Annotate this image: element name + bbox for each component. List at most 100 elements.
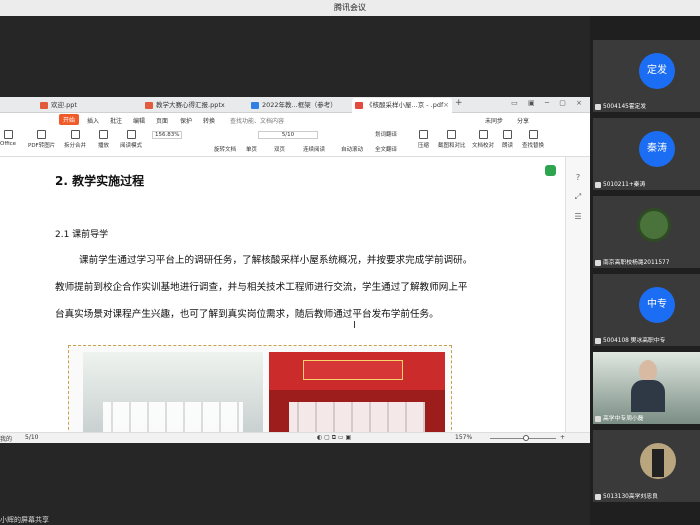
menu-convert[interactable]: 转换 bbox=[203, 116, 215, 125]
word-icon bbox=[251, 102, 259, 109]
feature-search[interactable]: 查找功能、文档内容 bbox=[230, 116, 284, 125]
banner bbox=[303, 360, 403, 380]
tab-report[interactable]: 教学大赛心得汇报.pptx bbox=[142, 98, 247, 113]
screenshot-compare-button[interactable]: 截图和对比 bbox=[438, 130, 466, 149]
participant-tile[interactable]: 秦涛 5010211+秦涛 bbox=[593, 118, 700, 190]
people-row bbox=[289, 402, 425, 436]
ribbon-toolbar: Office PDF转图片 拆分合并 播放 阅读模式 156.83% 5/10 … bbox=[0, 127, 590, 157]
tab-bar: 欢迎.ppt 教学大赛心得汇报.pptx 2022年教...框架（参考） 《核酸… bbox=[0, 97, 590, 113]
view-mode-icons[interactable]: ◐ ▢ ⧉ ▭ ▣ bbox=[317, 434, 351, 442]
menu-start[interactable]: 开始 bbox=[59, 114, 80, 125]
status-bar: 我的 5/10 ◐ ▢ ⧉ ▭ ▣ 157% + bbox=[0, 432, 590, 443]
auto-scroll-button[interactable]: 自动滚动 bbox=[341, 145, 363, 153]
tab-label: 欢迎.ppt bbox=[51, 101, 77, 109]
menu-page[interactable]: 页面 bbox=[156, 116, 168, 125]
participant-tile[interactable]: 南京高职校杨潞2011577 bbox=[593, 196, 700, 268]
office-icon bbox=[3, 130, 13, 139]
zoom-slider-knob[interactable] bbox=[523, 435, 529, 441]
office-button[interactable]: Office bbox=[0, 130, 16, 147]
continuous-read-button[interactable]: 连续阅读 bbox=[303, 145, 325, 153]
participant-tile[interactable]: 中专 5004108 樊冰高职中专 bbox=[593, 274, 700, 346]
ceremony-photo bbox=[269, 352, 445, 436]
participant-tile[interactable]: 定发 5004145霍定发 bbox=[593, 40, 700, 112]
participant-name: 5013130高学刘忠良 bbox=[595, 491, 658, 500]
find-replace-button[interactable]: 查找替换 bbox=[522, 130, 544, 149]
mic-icon bbox=[595, 493, 601, 500]
double-page-button[interactable]: 双页 bbox=[274, 145, 285, 153]
pdf-page: 2. 教学实施过程 2.1 课前导学 课前学生通过学习平台上的调研任务，了解核酸… bbox=[0, 157, 560, 436]
training-base-photo bbox=[83, 352, 263, 436]
pdf-icon bbox=[355, 102, 363, 109]
document-window: 欢迎.ppt 教学大赛心得汇报.pptx 2022年教...框架（参考） 《核酸… bbox=[0, 97, 590, 443]
photo-avatar bbox=[640, 443, 676, 479]
zoom-select[interactable]: 156.83% bbox=[152, 131, 183, 139]
avatar: 定发 bbox=[639, 53, 675, 89]
avatar: 秦涛 bbox=[639, 131, 675, 167]
read-aloud-button[interactable]: 朗读 bbox=[502, 130, 513, 149]
split-icon bbox=[70, 130, 80, 139]
tab-welcome[interactable]: 欢迎.ppt bbox=[37, 98, 137, 113]
turtle-avatar bbox=[637, 208, 671, 242]
zoom-in-icon[interactable]: + bbox=[560, 434, 565, 441]
zoom-percent: 157% bbox=[455, 434, 473, 441]
status-left-label: 我的 bbox=[0, 436, 13, 443]
sync-status[interactable]: 未同步 bbox=[485, 116, 503, 125]
participant-name: 南京高职校杨潞2011577 bbox=[595, 257, 669, 266]
avatar: 中专 bbox=[639, 287, 675, 323]
tab-framework[interactable]: 2022年教...框架（参考） bbox=[248, 98, 348, 113]
ppt-icon bbox=[40, 102, 48, 109]
participant-tile[interactable]: 5013130高学刘忠良 bbox=[593, 430, 700, 502]
expand-icon[interactable]: ⤢ bbox=[573, 192, 583, 202]
ppt-icon bbox=[145, 102, 153, 109]
proofread-button[interactable]: 文档校对 bbox=[472, 130, 494, 149]
split-merge-button[interactable]: 拆分合并 bbox=[64, 130, 86, 149]
people-row bbox=[103, 402, 243, 436]
settings-icon[interactable]: ☰ bbox=[573, 212, 583, 222]
menu-comment[interactable]: 批注 bbox=[110, 116, 122, 125]
right-sidebar: ? ⤢ ☰ bbox=[565, 157, 590, 432]
participant-name: 5010211+秦涛 bbox=[595, 179, 645, 188]
screen-share-label: 小辉的屏幕共享 bbox=[0, 516, 49, 524]
window-controls[interactable]: ▭ ▣ ─ ▢ × bbox=[511, 99, 586, 107]
participant-name: 5004145霍定发 bbox=[595, 101, 646, 110]
help-icon[interactable]: ? bbox=[573, 173, 583, 183]
text-cursor: I bbox=[353, 320, 356, 331]
image-frame bbox=[68, 345, 452, 436]
tab-pdf[interactable]: 《核酸采样小屋...京 - .pdf × bbox=[352, 98, 452, 113]
play-button[interactable]: 播放 bbox=[98, 130, 109, 149]
search-icon bbox=[528, 130, 538, 139]
share-button[interactable]: 分享 bbox=[517, 116, 529, 125]
subsection-heading: 2.1 课前导学 bbox=[55, 230, 109, 240]
pdf-to-image-button[interactable]: PDF转图片 bbox=[28, 130, 55, 149]
menu-bar: 开始 插入 批注 编辑 页面 保护 转换 查找功能、文档内容 未同步 分享 bbox=[0, 113, 590, 127]
rotate-doc-button[interactable]: 旋转文档 bbox=[214, 145, 236, 153]
meeting-title: 腾讯会议 bbox=[334, 3, 366, 12]
play-icon bbox=[99, 130, 108, 139]
page-number-input[interactable]: 5/10 bbox=[258, 131, 318, 139]
reading-mode-button[interactable]: 阅读模式 bbox=[120, 130, 142, 149]
book-icon bbox=[126, 130, 136, 139]
menu-protect[interactable]: 保护 bbox=[180, 116, 192, 125]
section-heading: 2. 教学实施过程 bbox=[55, 174, 145, 188]
image-icon bbox=[37, 130, 47, 139]
new-tab-icon[interactable]: + bbox=[455, 98, 463, 108]
mic-icon bbox=[595, 259, 601, 266]
close-tab-icon[interactable]: × bbox=[443, 98, 449, 113]
participant-video bbox=[631, 360, 665, 412]
status-page: 5/10 bbox=[25, 434, 39, 441]
mic-icon bbox=[595, 415, 601, 422]
tab-label: 教学大赛心得汇报.pptx bbox=[156, 101, 225, 109]
word-translate-button[interactable]: 划词翻译 bbox=[375, 130, 397, 138]
participant-name: 高学中专周小磊 bbox=[595, 413, 644, 422]
check-icon bbox=[478, 130, 488, 139]
participant-video-tile[interactable]: 高学中专周小磊 bbox=[593, 352, 700, 424]
full-translate-button[interactable]: 全文翻译 bbox=[375, 145, 397, 153]
menu-insert[interactable]: 插入 bbox=[87, 116, 99, 125]
mic-icon bbox=[595, 103, 601, 110]
participant-name: 5004108 樊冰高职中专 bbox=[595, 335, 665, 344]
menu-edit[interactable]: 编辑 bbox=[133, 116, 145, 125]
green-corner-icon[interactable] bbox=[545, 165, 556, 176]
tab-label: 2022年教...框架（参考） bbox=[262, 101, 337, 109]
single-page-button[interactable]: 单页 bbox=[246, 145, 257, 153]
compress-button[interactable]: 压缩 bbox=[418, 130, 429, 149]
